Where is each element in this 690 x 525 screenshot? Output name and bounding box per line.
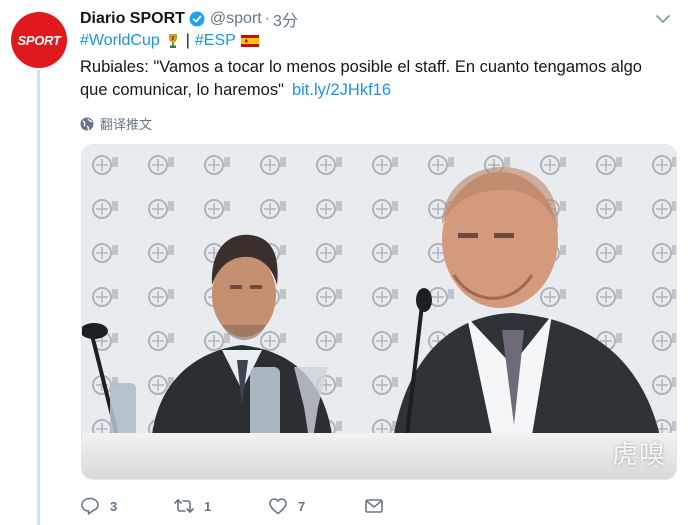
thread-line (37, 70, 40, 525)
direct-message-icon (365, 499, 383, 513)
separator-dot: · (264, 10, 271, 27)
chevron-down-icon[interactable] (654, 10, 672, 28)
tweet-timestamp[interactable]: 3分 (273, 7, 298, 31)
tweet-photo[interactable]: 虎嗅 (81, 144, 677, 480)
reply-icon (81, 497, 99, 515)
hashtag-divider: | (185, 32, 190, 49)
press-conference-photo (82, 145, 676, 479)
retweet-icon (174, 499, 194, 513)
hashtag-worldcup[interactable]: #WorldCup (80, 32, 160, 50)
author-handle[interactable]: @sport (210, 10, 262, 28)
hashtag-esp[interactable]: #ESP (195, 32, 236, 50)
tweet-link[interactable]: bit.ly/2JHkf16 (292, 81, 391, 99)
trophy-icon (168, 34, 177, 48)
verified-icon (189, 11, 205, 27)
tweet-text: Rubiales: "Vamos a tocar lo menos posibl… (80, 56, 670, 102)
tweet-actions: 3 1 7 (80, 494, 410, 518)
translate-label: 翻译推文 (100, 117, 153, 132)
tweet-header: Diario SPORT @sport · 3分 (80, 8, 298, 30)
translate-tweet[interactable]: 翻译推文 (80, 114, 152, 133)
watermark-text: 虎嗅 (611, 440, 666, 470)
reply-count: 3 (110, 498, 118, 514)
author-display-name[interactable]: Diario SPORT (80, 10, 185, 28)
retweet-count: 1 (204, 498, 212, 514)
like-icon (269, 498, 287, 515)
hashtag-line: #WorldCup | #ESP (80, 32, 259, 50)
direct-message-button[interactable] (364, 496, 394, 516)
avatar-logo-text: SPORT (17, 32, 61, 48)
like-count: 7 (298, 498, 306, 514)
spain-flag-icon (240, 35, 259, 47)
reply-button[interactable]: 3 (80, 496, 117, 516)
avatar[interactable]: SPORT (11, 12, 67, 68)
retweet-button[interactable]: 1 (174, 496, 211, 516)
globe-icon (80, 117, 94, 130)
like-button[interactable]: 7 (268, 496, 305, 516)
